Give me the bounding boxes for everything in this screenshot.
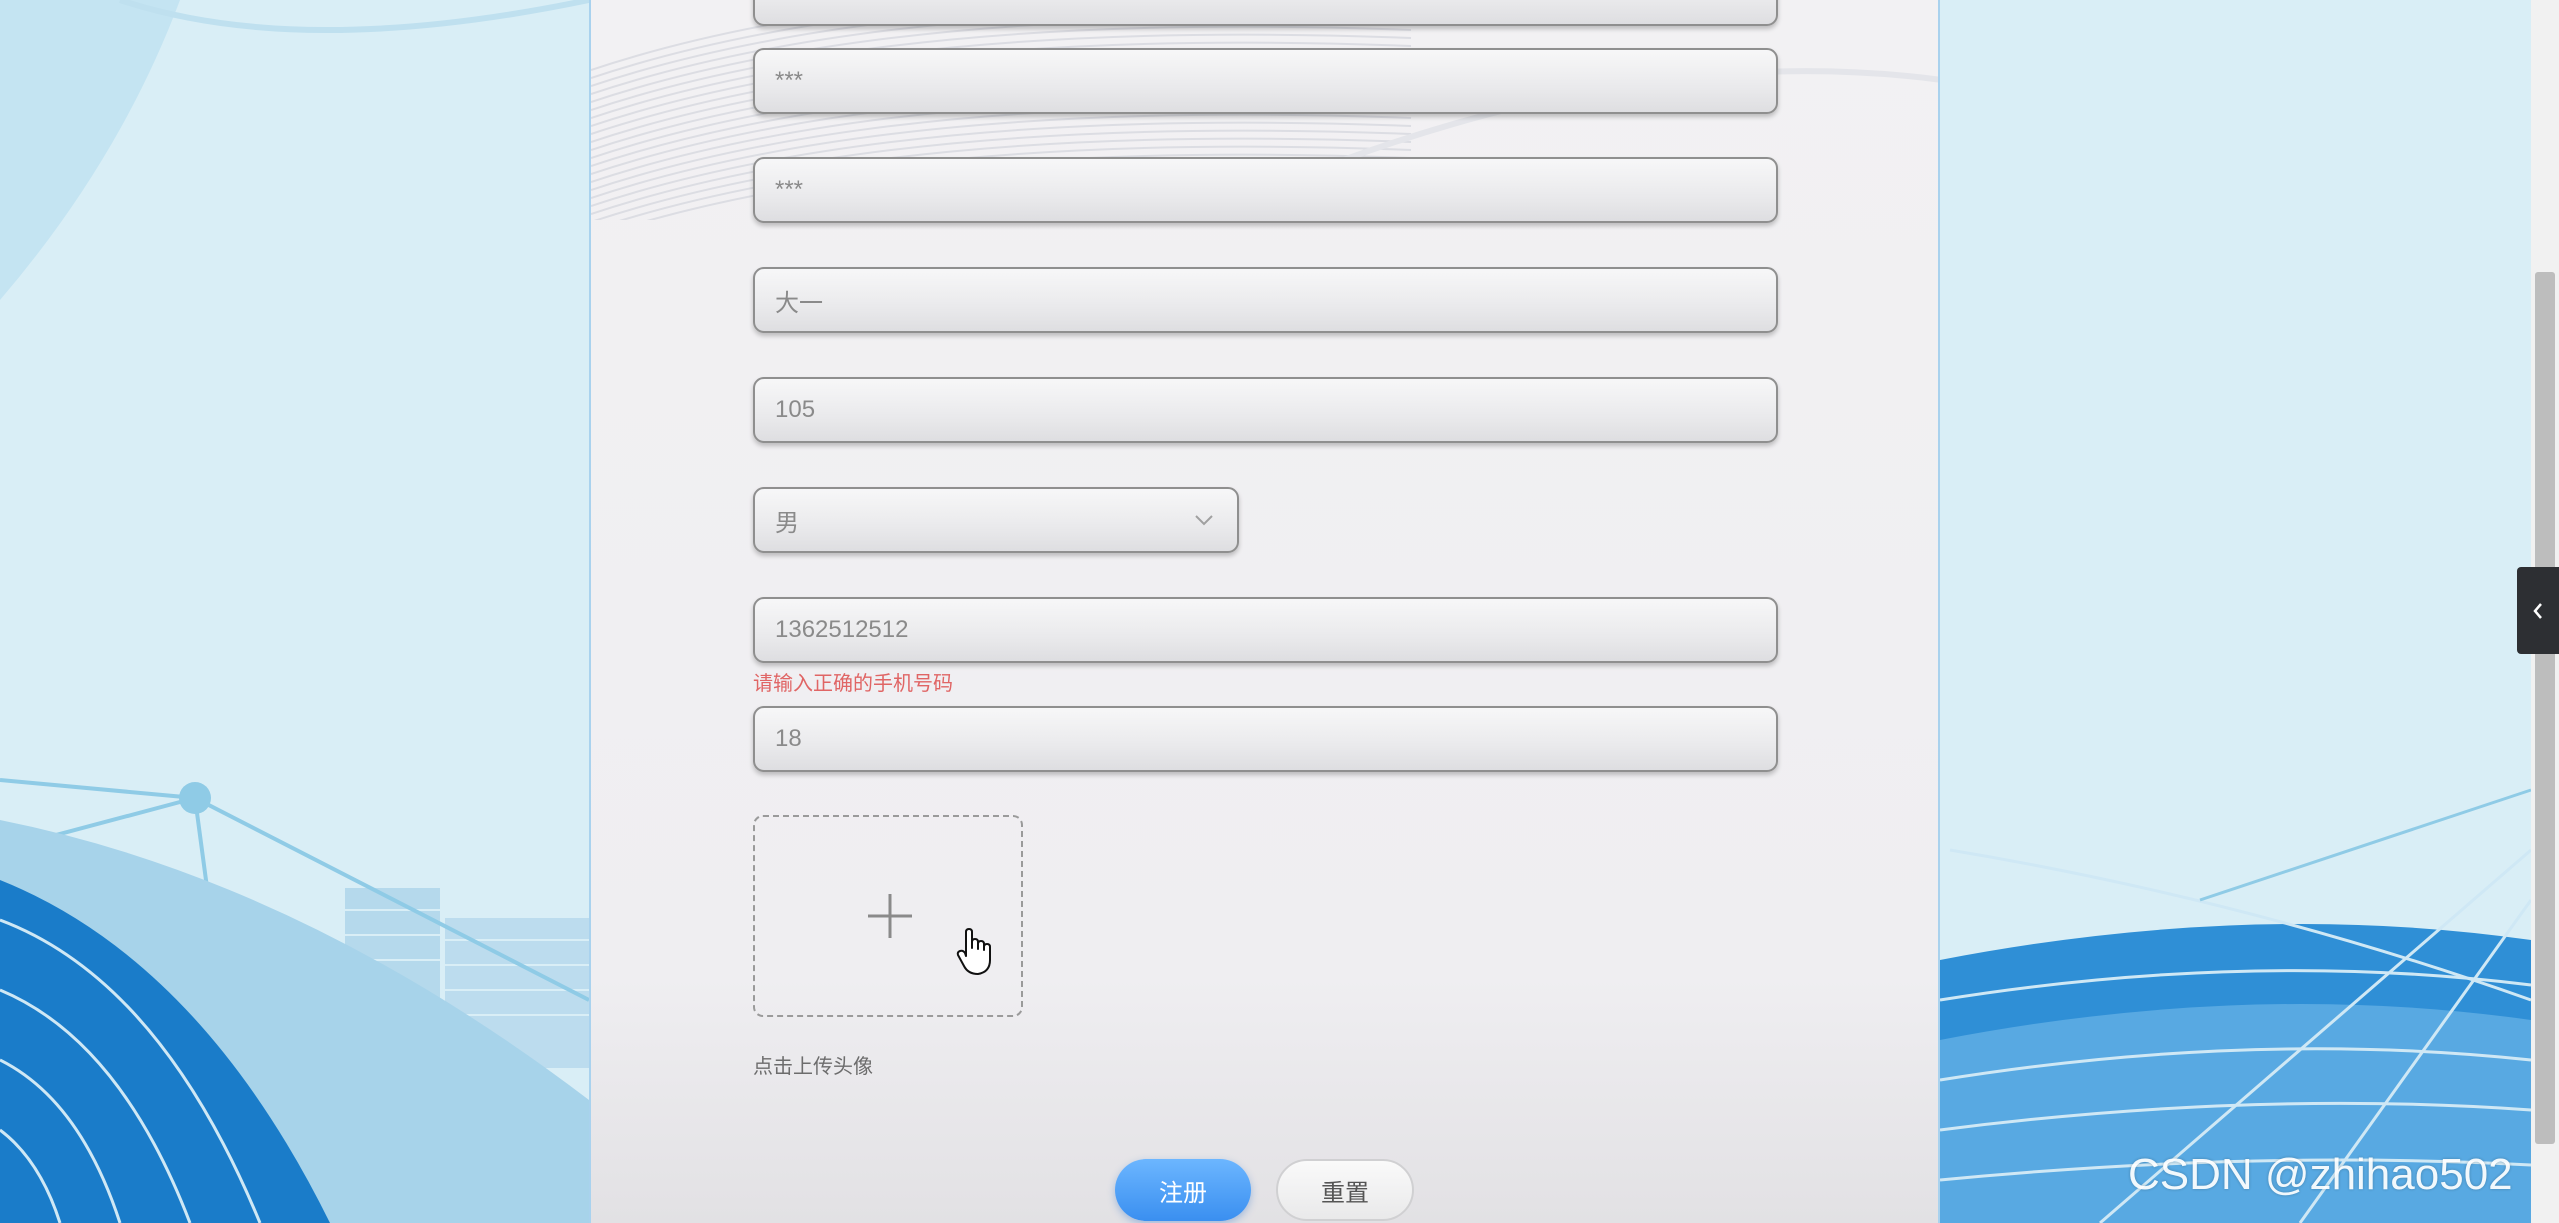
upload-hint: 点击上传头像 — [753, 1056, 873, 1078]
age-field[interactable]: 18 — [753, 706, 1778, 772]
username-field[interactable] — [753, 0, 1778, 26]
scrollbar-thumb[interactable] — [2535, 272, 2555, 1144]
reset-button[interactable]: 重置 — [1276, 1159, 1414, 1221]
plus-icon — [868, 894, 912, 938]
side-panel-toggle[interactable] — [2517, 567, 2559, 654]
confirm-password-value: *** — [775, 176, 804, 203]
register-button[interactable]: 注册 — [1115, 1159, 1251, 1221]
avatar-upload[interactable] — [753, 815, 1023, 1017]
phone-error-message: 请输入正确的手机号码 — [753, 673, 953, 695]
phone-field[interactable]: 1362512512 — [753, 597, 1778, 663]
chevron-left-icon — [2533, 602, 2542, 619]
age-value: 18 — [775, 725, 802, 752]
registration-form-panel: *** *** 大一 105 男 1362512512 请输入正确的手机号码 1… — [589, 0, 1940, 1223]
watermark: CSDN @zhihao502 — [2128, 1150, 2513, 1199]
phone-value: 1362512512 — [775, 616, 909, 643]
password-value: *** — [775, 67, 804, 94]
gender-value: 男 — [775, 509, 799, 537]
chevron-down-icon — [1195, 515, 1213, 526]
password-field[interactable]: *** — [753, 48, 1778, 114]
hand-cursor-icon — [956, 928, 991, 975]
grade-field[interactable]: 大一 — [753, 267, 1778, 333]
gender-select[interactable]: 男 — [753, 487, 1239, 553]
confirm-password-field[interactable]: *** — [753, 157, 1778, 223]
class-field[interactable]: 105 — [753, 377, 1778, 443]
grade-value: 大一 — [775, 289, 823, 317]
class-value: 105 — [775, 396, 816, 423]
